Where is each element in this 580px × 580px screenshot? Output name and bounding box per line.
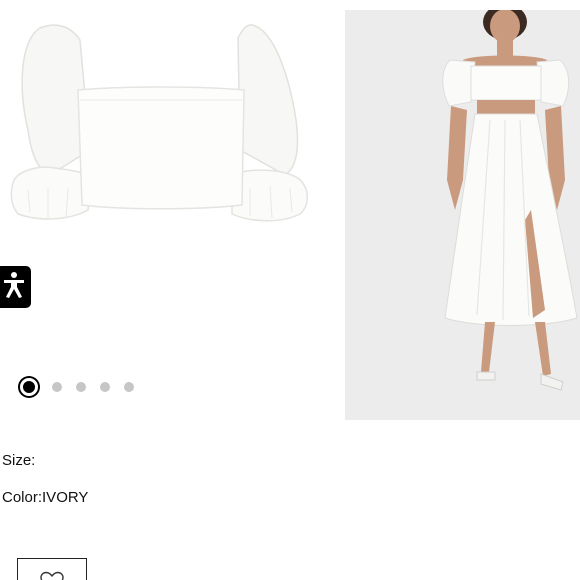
product-image-top[interactable] (0, 0, 330, 250)
product-page: Size: Color:IVORY (0, 0, 580, 580)
accessibility-icon (1, 270, 27, 305)
color-value: IVORY (42, 489, 89, 506)
carousel-dot-4[interactable] (100, 382, 110, 392)
color-row: Color:IVORY (2, 489, 88, 506)
heart-icon (39, 571, 65, 580)
accessibility-button[interactable] (0, 266, 31, 308)
color-label: Color: (2, 489, 43, 506)
carousel-dot-5[interactable] (124, 382, 134, 392)
product-image-model[interactable] (345, 4, 580, 420)
favorite-button[interactable] (17, 558, 87, 580)
size-label: Size: (2, 452, 36, 469)
carousel-dot-1[interactable] (20, 378, 38, 396)
carousel-dot-3[interactable] (76, 382, 86, 392)
carousel-dots (17, 378, 134, 396)
carousel-dot-2[interactable] (52, 382, 62, 392)
